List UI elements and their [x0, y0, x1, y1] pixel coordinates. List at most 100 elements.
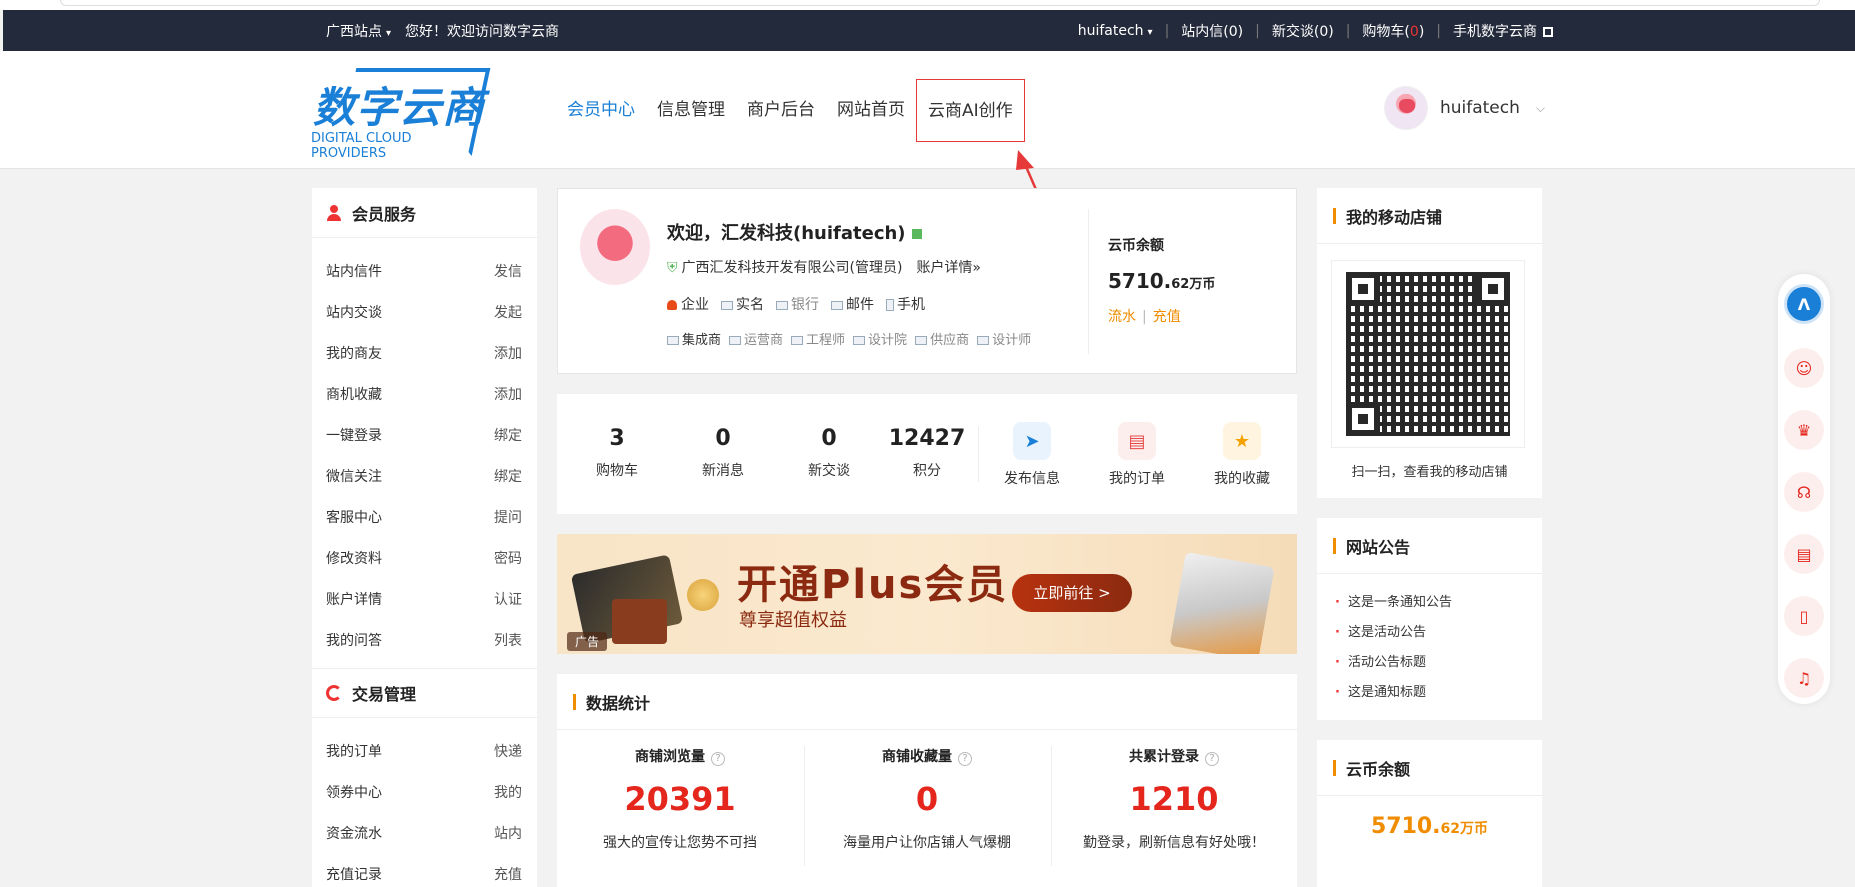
sidebar-item-label[interactable]: 客服中心 — [326, 507, 382, 527]
sidebar-item-label[interactable]: 我的问答 — [326, 630, 382, 650]
role-label: 供应商 — [930, 333, 970, 348]
nav-ai-creation[interactable]: 云商AI创作 — [916, 79, 1025, 142]
certifications: 企业 实名 银行 邮件 手机 — [667, 294, 925, 314]
metric-shop-views: 商铺浏览量? 20391 强大的宣传让您势不可挡 — [557, 746, 803, 852]
sidebar-item-label[interactable]: 站内信件 — [326, 261, 382, 281]
coin-balance-card: 云币余额 5710.62万币 — [1317, 740, 1542, 887]
sidebar-item-action[interactable]: 密码 — [494, 548, 522, 568]
title-accent — [1333, 537, 1336, 554]
stat-label: 积分 — [913, 463, 941, 479]
plus-banner[interactable]: 开通Plus会员 尊享超值权益 立即前往 > 广告 — [557, 534, 1297, 654]
sidebar-item-label[interactable]: 一键登录 — [326, 425, 382, 445]
nav-member-center[interactable]: 会员中心 — [556, 79, 646, 142]
role-badge: 设计院 — [853, 329, 907, 348]
cert-enterprise[interactable]: 企业 — [667, 294, 709, 314]
chevron-down-icon: ⌵ — [1535, 100, 1545, 115]
sidebar-item-action[interactable]: 认证 — [494, 589, 522, 609]
stat-chats[interactable]: 0 新交谈 — [779, 426, 879, 480]
sidebar-item-label[interactable]: 充值记录 — [326, 864, 382, 884]
ai-assistant-icon[interactable]: Λ — [1784, 284, 1824, 324]
logo[interactable]: 数字云商 DIGITAL CLOUD PROVIDERS — [311, 66, 491, 161]
sidebar-item-label[interactable]: 修改资料 — [326, 548, 382, 568]
nav-info-management[interactable]: 信息管理 — [646, 79, 736, 142]
sidebar-item-action[interactable]: 快递 — [494, 741, 522, 761]
banner-subtitle: 尊享超值权益 — [739, 610, 847, 631]
mobile-icon[interactable]: ▯ — [1784, 596, 1824, 636]
coin-unit: 62万币 — [1440, 821, 1489, 837]
cert-bank[interactable]: 银行 — [776, 294, 819, 314]
cert-email[interactable]: 邮件 — [831, 294, 874, 314]
greeting-text: 您好！欢迎访问数字云商 — [405, 23, 560, 40]
notice-item[interactable]: 这是一条通知公告 — [1335, 588, 1524, 618]
crown-plus-icon[interactable]: ♛ — [1784, 410, 1824, 450]
nav-site-home[interactable]: 网站首页 — [826, 79, 916, 142]
sidebar-item-label[interactable]: 我的商友 — [326, 343, 382, 363]
document-icon[interactable]: ▤ — [1784, 534, 1824, 574]
sidebar-item-action[interactable]: 列表 — [494, 630, 522, 650]
sidebar-item-action[interactable]: 绑定 — [494, 466, 522, 486]
role-label: 运营商 — [744, 333, 784, 348]
notice-item[interactable]: 活动公告标题 — [1335, 648, 1524, 678]
help-icon[interactable]: ? — [711, 752, 725, 766]
sidebar-item-label[interactable]: 领券中心 — [326, 782, 382, 802]
person-icon — [326, 204, 342, 221]
mobile-shop-card: 我的移动店铺 扫一扫，查看我的移动店铺 — [1317, 188, 1542, 498]
divider — [1088, 209, 1089, 354]
sidebar: 会员服务 站内信件 发信 站内交谈 发起 我的商友 添加 商机收藏 添加 一键登录 绑定 … — [312, 188, 537, 887]
my-orders-button[interactable]: ▤ 我的订单 — [1087, 422, 1187, 488]
sidebar-item-label[interactable]: 微信关注 — [326, 466, 382, 486]
sidebar-item-action[interactable]: 站内 — [494, 823, 522, 843]
mobile-shop-title: 我的移动店铺 — [1317, 188, 1542, 244]
region-selector[interactable]: 广西站点 ▾ — [326, 21, 391, 41]
sidebar-item-label[interactable]: 账户详情 — [326, 589, 382, 609]
stat-messages[interactable]: 0 新消息 — [673, 426, 773, 480]
qr-code-image — [1346, 272, 1510, 436]
help-icon[interactable]: ? — [1205, 752, 1219, 766]
sidebar-item-action[interactable]: 绑定 — [494, 425, 522, 445]
user-icon[interactable]: ☺ — [1784, 348, 1824, 388]
cert-label: 实名 — [736, 297, 764, 313]
avatar[interactable] — [580, 209, 650, 285]
cart-link[interactable]: 购物车(0) — [1362, 21, 1424, 41]
flow-link[interactable]: 流水 — [1108, 309, 1136, 325]
gift-graphic — [612, 599, 667, 644]
go-now-button[interactable]: 立即前往 > — [1012, 574, 1132, 612]
cert-realname[interactable]: 实名 — [721, 294, 764, 314]
sidebar-item-label[interactable]: 站内交谈 — [326, 302, 382, 322]
sidebar-item-label[interactable]: 我的订单 — [326, 741, 382, 761]
sidebar-item-action[interactable]: 我的 — [494, 782, 522, 802]
account-details-link[interactable]: 账户详情» — [916, 260, 981, 276]
role-badge: 供应商 — [915, 329, 969, 348]
sidebar-item-action[interactable]: 充值 — [494, 864, 522, 884]
publish-info-button[interactable]: ➤ 发布信息 — [982, 422, 1082, 488]
sidebar-item-action[interactable]: 添加 — [494, 343, 522, 363]
headset-icon[interactable]: ☊ — [1784, 472, 1824, 512]
header: 数字云商 DIGITAL CLOUD PROVIDERS 会员中心 信息管理 商… — [0, 51, 1855, 169]
header-user[interactable]: huifatech ⌵ — [1383, 86, 1545, 130]
chat-link[interactable]: 新交谈(0) — [1272, 21, 1334, 41]
sidebar-item-action[interactable]: 发信 — [494, 261, 522, 281]
recharge-link[interactable]: 充值 — [1153, 309, 1181, 325]
sidebar-item-action[interactable]: 发起 — [494, 302, 522, 322]
mobile-link[interactable]: 手机数字云商 — [1453, 21, 1553, 41]
sidebar-item-action[interactable]: 添加 — [494, 384, 522, 404]
bell-icon[interactable]: ♫ — [1784, 658, 1824, 698]
coin-balance-big: 5710.62万币 — [1317, 814, 1542, 839]
welcome-text: 欢迎，汇发科技(huifatech) — [667, 223, 906, 244]
user-menu-label: huifatech — [1077, 22, 1144, 39]
qr-finder — [1346, 272, 1380, 306]
sidebar-item-action[interactable]: 提问 — [494, 507, 522, 527]
user-menu[interactable]: huifatech ▾ — [1078, 23, 1153, 39]
my-favorites-button[interactable]: ★ 我的收藏 — [1192, 422, 1292, 488]
nav-merchant-backend[interactable]: 商户后台 — [736, 79, 826, 142]
stat-cart[interactable]: 3 购物车 — [567, 426, 667, 480]
stat-points[interactable]: 12427 积分 — [877, 426, 977, 480]
header-username: huifatech — [1439, 98, 1520, 118]
inbox-link[interactable]: 站内信(0) — [1181, 21, 1243, 41]
cert-phone[interactable]: 手机 — [886, 294, 925, 314]
notice-item[interactable]: 这是通知标题 — [1335, 678, 1524, 708]
help-icon[interactable]: ? — [958, 752, 972, 766]
sidebar-item-label[interactable]: 资金流水 — [326, 823, 382, 843]
notice-item[interactable]: 这是活动公告 — [1335, 618, 1524, 648]
sidebar-item-label[interactable]: 商机收藏 — [326, 384, 382, 404]
